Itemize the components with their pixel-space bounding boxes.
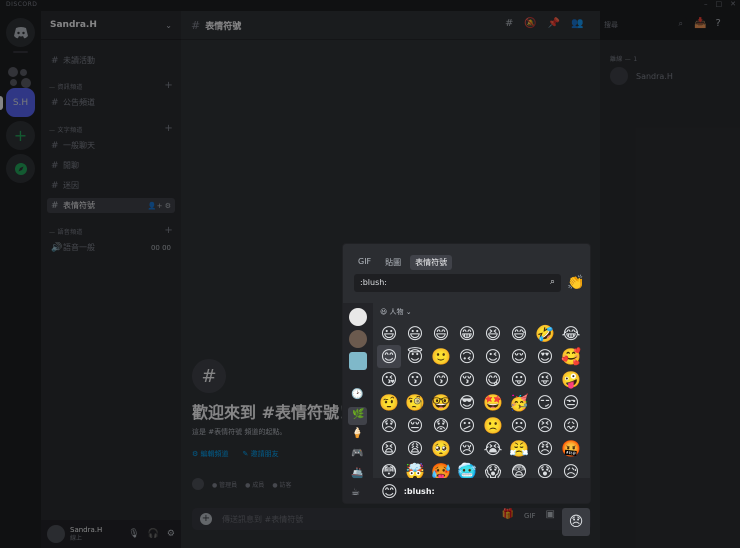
emoji-cell[interactable]: 🤓 [429, 391, 453, 414]
emoji-cell[interactable]: 🙂 [429, 345, 453, 368]
preview-emoji: 😊 [381, 482, 398, 501]
emoji-cell[interactable]: 😉 [481, 345, 505, 368]
emoji-cell[interactable]: 😄 [429, 322, 453, 345]
emoji-cell[interactable]: 😞 [377, 414, 401, 437]
emoji-cell[interactable]: 😠 [533, 437, 557, 460]
recent-icon[interactable]: 🕑 [351, 389, 363, 400]
emoji-cell[interactable]: 😣 [533, 414, 557, 437]
search-icon: ⌕ [549, 277, 555, 287]
emoji-cell[interactable]: 😆 [481, 322, 505, 345]
emoji-cell[interactable]: 🥰 [559, 345, 583, 368]
emoji-grid: 😃 😃 😄 😁 😆 😅 🤣 😂 😊 😇 🙂 🙃 😉 😌 😍 🥰 😘 😗 😙 😚 😋 😛 😜 🤪 🤨 🧐 🤓 😎 🤩 🥳 😏 😒 😞 😔 😟 😕 🙁 ☹ 😣 😖… [377, 322, 589, 483]
emoji-cell[interactable]: 😗 [403, 368, 427, 391]
emoji-cell[interactable]: ☹ [507, 414, 531, 437]
server-emoji-avatar[interactable] [349, 308, 367, 326]
emoji-cell[interactable]: 🧐 [403, 391, 427, 414]
preview-emoji-name: :blush: [403, 487, 435, 496]
emoji-cell[interactable]: 😕 [455, 414, 479, 437]
emoji-cell[interactable]: 🤣 [533, 322, 557, 345]
emoji-cell[interactable]: 😖 [559, 414, 583, 437]
tab-stickers[interactable]: 貼圖 [380, 255, 406, 270]
emoji-cell[interactable]: 🤪 [559, 368, 583, 391]
skin-tone-button[interactable]: 👏 [567, 275, 584, 291]
food-icon[interactable]: 🍦 [351, 428, 363, 439]
emoji-button-active[interactable]: 😞 [562, 508, 590, 536]
emoji-cell[interactable]: 😛 [507, 368, 531, 391]
emoji-cell[interactable]: 😚 [455, 368, 479, 391]
emoji-preview: 😊 :blush: [373, 478, 590, 503]
emoji-cell[interactable]: 😂 [559, 322, 583, 345]
emoji-cell[interactable]: 🙃 [455, 345, 479, 368]
emoji-cell[interactable]: 😃 [403, 322, 427, 345]
emoji-search-input[interactable]: :blush: ⌕ [354, 274, 561, 292]
emoji-cell[interactable]: 🤩 [481, 391, 505, 414]
emoji-cell[interactable]: 😁 [455, 322, 479, 345]
emoji-cell[interactable]: 😢 [455, 437, 479, 460]
emoji-cell[interactable]: 🥳 [507, 391, 531, 414]
objects-icon[interactable]: ☕ [351, 487, 360, 498]
emoji-cell[interactable]: 😊 [377, 345, 401, 368]
emoji-cell[interactable]: 😃 [377, 322, 401, 345]
discord-window: DISCORD – □ ✕ S.H + Sandra.H ⌄ # 未讀活動 — … [0, 0, 740, 548]
emoji-cell[interactable]: 🥺 [429, 437, 453, 460]
emoji-cell[interactable]: 😙 [429, 368, 453, 391]
emoji-category-header[interactable]: 😃 人物 ⌄ [380, 307, 412, 317]
emoji-cell[interactable]: 😅 [507, 322, 531, 345]
nature-icon[interactable]: 🌿 [348, 407, 367, 425]
activity-icon[interactable]: 🎮 [351, 448, 363, 459]
server-emoji-avatar[interactable] [349, 352, 367, 370]
emoji-cell[interactable]: 😘 [377, 368, 401, 391]
emoji-cell[interactable]: 😤 [507, 437, 531, 460]
emoji-cell[interactable]: 🙁 [481, 414, 505, 437]
tab-gif[interactable]: GIF [353, 255, 376, 270]
emoji-cell[interactable]: 😔 [403, 414, 427, 437]
emoji-cell[interactable]: 😏 [533, 391, 557, 414]
emoji-cell[interactable]: 😋 [481, 368, 505, 391]
emoji-cell[interactable]: 😎 [455, 391, 479, 414]
emoji-cell[interactable]: 🤬 [559, 437, 583, 460]
emoji-cell[interactable]: 😜 [533, 368, 557, 391]
emoji-cell[interactable]: 🤨 [377, 391, 401, 414]
emoji-cell[interactable]: 😍 [533, 345, 557, 368]
emoji-cell[interactable]: 😌 [507, 345, 531, 368]
emoji-cell[interactable]: 😟 [429, 414, 453, 437]
picker-tabs: GIF 貼圖 表情符號 [353, 255, 453, 270]
emoji-cell[interactable]: 😫 [377, 437, 401, 460]
emoji-cell[interactable]: 😩 [403, 437, 427, 460]
emoji-cell[interactable]: 😇 [403, 345, 427, 368]
tab-emoji[interactable]: 表情符號 [410, 255, 453, 270]
emoji-category-sidebar: 🕑 🌿 🍦 🎮 🚢 ☕ [343, 303, 373, 503]
emoji-cell[interactable]: 😒 [559, 391, 583, 414]
travel-icon[interactable]: 🚢 [351, 468, 363, 479]
emoji-picker: GIF 貼圖 表情符號 :blush: ⌕ 👏 🕑 🌿 🍦 🎮 🚢 ☕ 😃 人物… [342, 243, 591, 504]
server-emoji-avatar[interactable] [349, 330, 367, 348]
emoji-search-value: :blush: [360, 278, 387, 287]
emoji-cell[interactable]: 😭 [481, 437, 505, 460]
